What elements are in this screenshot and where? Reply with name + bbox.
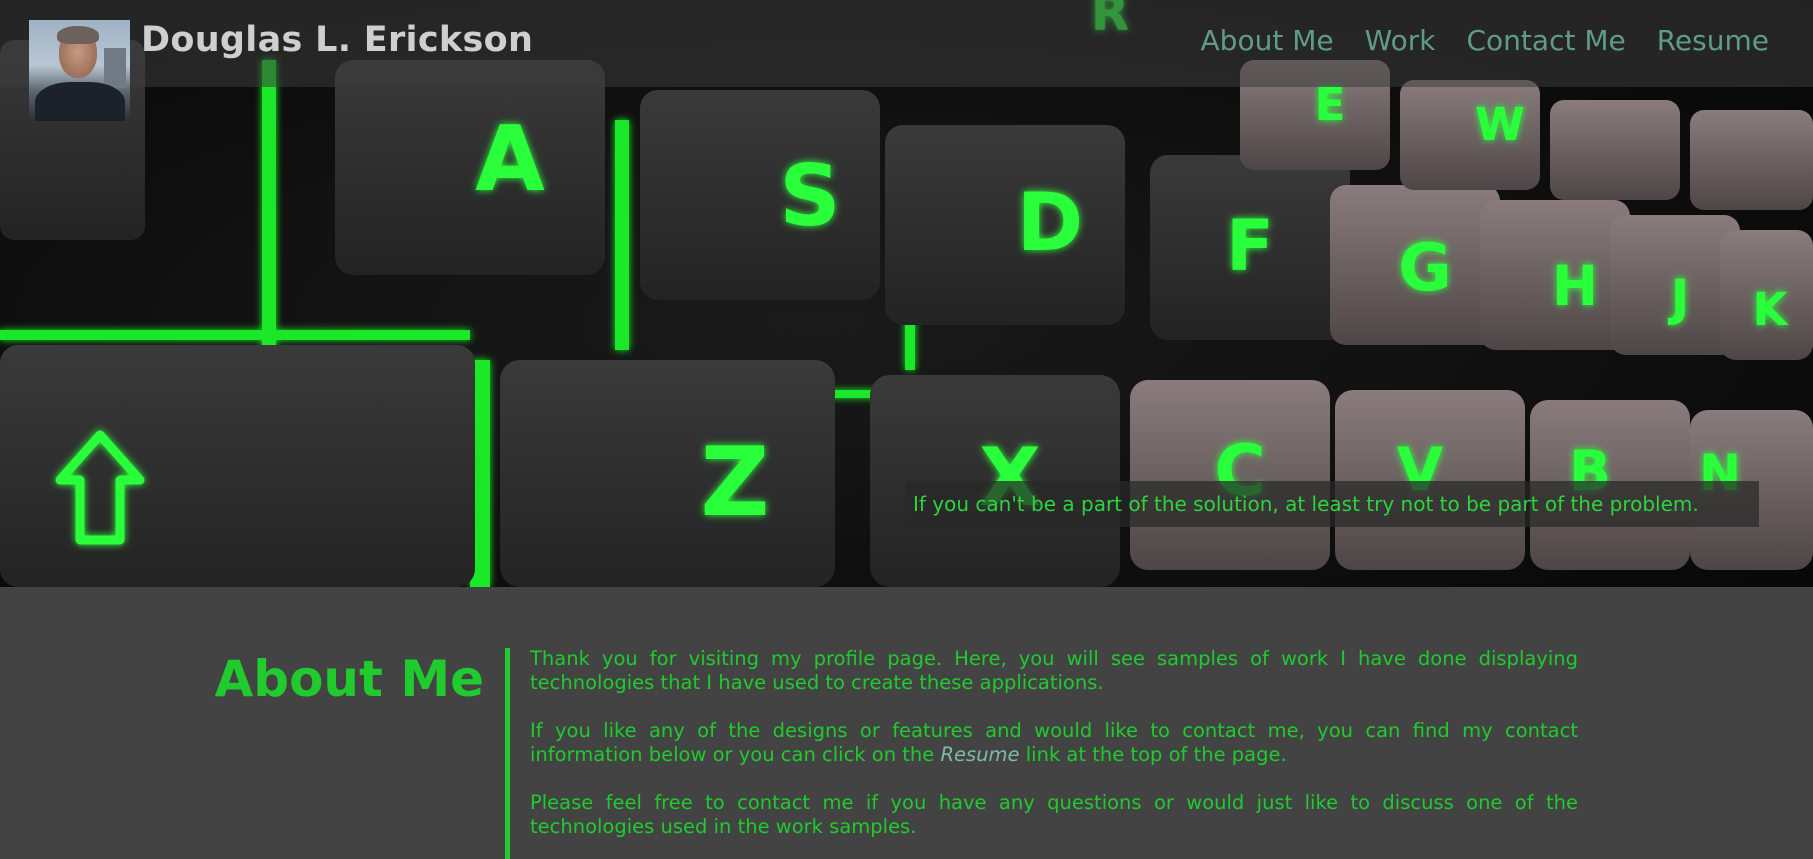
svg-text:H: H xyxy=(1552,254,1598,318)
about-paragraph-1: Thank you for visiting my profile page. … xyxy=(530,647,1578,694)
about-paragraph-3: Please feel free to contact me if you ha… xyxy=(530,791,1578,838)
profile-avatar[interactable] xyxy=(29,20,130,121)
site-title[interactable]: Douglas L. Erickson xyxy=(141,20,533,60)
svg-text:D: D xyxy=(1017,176,1083,269)
nav-resume[interactable]: Resume xyxy=(1657,24,1769,57)
hero-quote: If you can't be a part of the solution, … xyxy=(913,492,1699,516)
hero-quote-box: If you can't be a part of the solution, … xyxy=(905,481,1759,527)
about-text: Thank you for visiting my profile page. … xyxy=(530,647,1578,859)
about-divider xyxy=(505,648,510,859)
svg-text:S: S xyxy=(779,147,840,246)
svg-text:A: A xyxy=(475,107,545,212)
resume-inline-link[interactable]: Resume xyxy=(940,743,1019,766)
about-section: About Me Thank you for visiting my profi… xyxy=(0,587,1813,859)
main-nav: About Me Work Contact Me Resume xyxy=(1201,24,1769,57)
svg-text:Z: Z xyxy=(701,428,770,538)
about-paragraph-2-end: link at the top of the page. xyxy=(1019,743,1287,766)
about-paragraph-2: If you like any of the designs or featur… xyxy=(530,719,1578,767)
svg-text:W: W xyxy=(1475,98,1525,151)
nav-contact-me[interactable]: Contact Me xyxy=(1467,24,1626,57)
nav-work[interactable]: Work xyxy=(1365,24,1436,57)
svg-text:J: J xyxy=(1668,269,1690,327)
svg-text:F: F xyxy=(1226,205,1274,287)
svg-text:G: G xyxy=(1398,231,1451,306)
about-heading: About Me xyxy=(214,650,484,708)
hero-banner: A S D F G H J K Z X C V B N R E W Dougla… xyxy=(0,0,1813,587)
nav-about-me[interactable]: About Me xyxy=(1201,24,1334,57)
svg-text:K: K xyxy=(1753,283,1790,336)
